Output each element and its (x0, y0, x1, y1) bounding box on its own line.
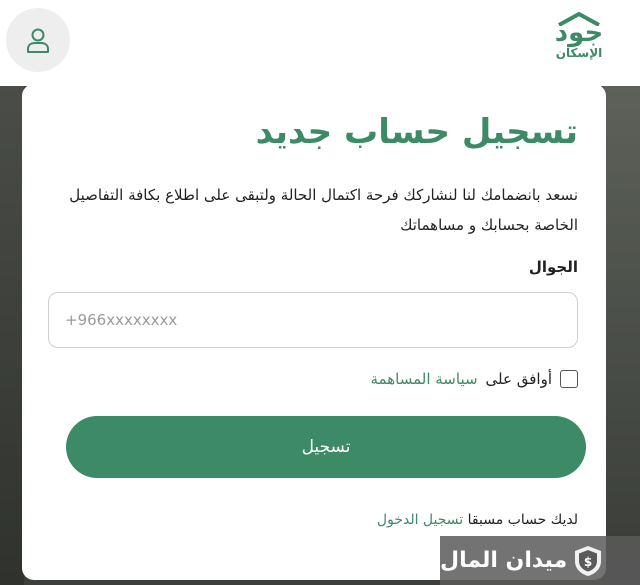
user-account-button[interactable] (6, 8, 70, 72)
brand-logo[interactable]: جود الإسكان (540, 12, 618, 72)
contribution-policy-link[interactable]: سياسة المساهمة (371, 370, 478, 388)
background-right-edge (604, 86, 640, 585)
registration-card: تسجيل حساب جديد نسعد بانضمامك لنا لنشارك… (22, 84, 606, 580)
header: جود الإسكان (0, 0, 640, 86)
register-button[interactable]: تسجيل (66, 416, 586, 478)
form-description: نسعد بانضمامك لنا لنشاركك فرحة اكتمال ال… (69, 186, 578, 234)
page-title: تسجيل حساب جديد (255, 112, 578, 152)
shield-dollar-icon: $ (575, 545, 602, 576)
watermark: $ ميدان المال (440, 536, 640, 585)
watermark-text: ميدان المال (440, 548, 568, 573)
background-left-edge (0, 86, 24, 585)
logo-main-text: جود (554, 18, 604, 48)
login-row: لديك حساب مسبقا تسجيل الدخول (377, 512, 578, 528)
agree-text: أوافق على (485, 370, 552, 388)
login-link[interactable]: تسجيل الدخول (377, 512, 463, 528)
agree-checkbox[interactable] (560, 370, 578, 388)
svg-text:$: $ (584, 555, 592, 569)
phone-input[interactable] (48, 292, 578, 348)
phone-label: الجوال (528, 258, 578, 276)
login-prompt: لديك حساب مسبقا (467, 512, 578, 528)
user-icon (27, 28, 49, 53)
logo-sub-text: الإسكان (555, 46, 603, 60)
agree-row: أوافق على سياسة المساهمة (371, 370, 578, 388)
